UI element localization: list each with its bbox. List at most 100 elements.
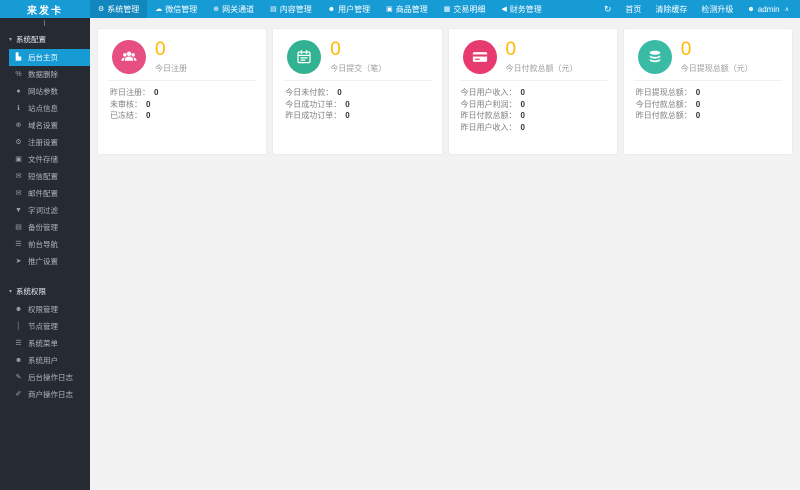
refresh-button[interactable]: ↻ bbox=[597, 0, 619, 18]
card-head: 0 今日付款总额（元） bbox=[461, 38, 605, 80]
bullhorn-icon: ◀ bbox=[501, 5, 507, 13]
divider bbox=[458, 80, 607, 81]
stat-label: 昨日注册： bbox=[110, 88, 150, 97]
sidebar-item-backup[interactable]: ▤ 备份管理 bbox=[9, 219, 90, 236]
sidebar-item-register-settings[interactable]: ⚙ 注册设置 bbox=[9, 134, 90, 151]
sidebar-item-dashboard[interactable]: ▙ 后台主页 bbox=[9, 49, 90, 66]
stat-row: 昨日用户收入： 0 bbox=[461, 122, 605, 134]
calendar-icon bbox=[287, 40, 322, 74]
stat-label: 昨日成功订单： bbox=[285, 111, 342, 120]
sidebar-item-label: 后台操作日志 bbox=[28, 373, 73, 382]
stat-value: 0 bbox=[146, 99, 151, 109]
user-menu[interactable]: ☻ admin ∧ bbox=[740, 0, 796, 18]
sidebar-item-node-manage[interactable]: │ 节点管理 bbox=[9, 318, 90, 335]
card-label: 今日提现总额（元） bbox=[680, 64, 753, 73]
card-value: 0 bbox=[680, 39, 692, 60]
sidebar-item-system-menu[interactable]: ☰ 系统菜单 bbox=[9, 335, 90, 352]
top-menu-gateway[interactable]: ⊕ 网关通道 bbox=[205, 0, 262, 18]
top-menu-label: 内容管理 bbox=[279, 4, 312, 14]
sidebar-item-file-storage[interactable]: ▣ 文件存储 bbox=[9, 151, 90, 168]
clear-cache-link[interactable]: 清除缓存 bbox=[648, 0, 694, 18]
database-icon: ▤ bbox=[15, 224, 22, 231]
group-users-icon bbox=[112, 40, 146, 74]
node-icon: │ bbox=[16, 323, 21, 330]
link-icon: % bbox=[15, 71, 22, 78]
envelope-icon: ✉ bbox=[15, 173, 22, 180]
section-label: 系统配置 bbox=[16, 34, 47, 44]
sidebar-item-domain-settings[interactable]: ⊕ 域名设置 bbox=[9, 117, 90, 134]
section-label: 系统权限 bbox=[16, 286, 47, 296]
sidebar-item-perm-manage[interactable]: ☻ 权限管理 bbox=[9, 301, 90, 318]
card-today-submit: 0 今日提交（笔） 今日未付款： 0 今日成功订单： 0 昨日成功订单： 0 bbox=[272, 28, 443, 155]
card-value: 0 bbox=[330, 39, 341, 60]
pencil-log-icon: ✐ bbox=[15, 391, 22, 398]
stat-label: 昨日付款总额： bbox=[635, 111, 692, 120]
stat-value: 0 bbox=[520, 111, 525, 120]
topbar-right: ↻ 首页 清除缓存 检测升级 ☻ admin ∧ bbox=[597, 0, 796, 18]
dashboard-chart-icon: ▙ bbox=[15, 54, 22, 61]
top-menu-label: 交易明细 bbox=[453, 4, 486, 14]
sidebar-item-word-filter[interactable]: ▼ 字词过滤 bbox=[9, 202, 90, 219]
wechat-icon: ☁ bbox=[155, 5, 163, 13]
sidebar-item-mail-config[interactable]: ✉ 邮件配置 bbox=[9, 185, 90, 202]
home-link[interactable]: 首页 bbox=[618, 0, 648, 18]
app-logo[interactable]: 来发卡 bbox=[0, 0, 90, 18]
filter-icon: ▼ bbox=[15, 207, 22, 214]
sidebar-item-label: 商户操作日志 bbox=[28, 390, 73, 399]
top-menu-wechat[interactable]: ☁ 微信管理 bbox=[147, 0, 205, 18]
stat-label: 今日付款总额： bbox=[635, 99, 692, 109]
menu-icon: ☰ bbox=[15, 340, 22, 347]
stat-value: 0 bbox=[695, 99, 701, 109]
stat-value: 0 bbox=[154, 88, 159, 97]
file-icon: ▤ bbox=[270, 5, 277, 13]
card-label: 今日注册 bbox=[155, 64, 187, 73]
sidebar-item-label: 备份管理 bbox=[28, 223, 58, 232]
sidebar-item-label: 节点管理 bbox=[28, 322, 58, 331]
stat-label: 今日用户利润： bbox=[460, 99, 517, 109]
top-menu-goods[interactable]: ▣ 商品管理 bbox=[378, 0, 436, 18]
stat-row: 昨日成功订单： 0 bbox=[285, 110, 429, 122]
top-menu-transactions[interactable]: ▦ 交易明细 bbox=[436, 0, 494, 18]
card-value: 0 bbox=[505, 39, 517, 60]
sidebar-item-admin-log[interactable]: ✎ 后台操作日志 bbox=[9, 369, 90, 386]
sidebar-item-label: 系统菜单 bbox=[28, 339, 58, 348]
stat-label: 今日未付款： bbox=[285, 88, 334, 97]
topbar: 来发卡 ⚙ 系统管理 ☁ 微信管理 ⊕ 网关通道 ▤ 内容管理 ☻ 用户管理 ▣… bbox=[0, 0, 800, 18]
stat-row: 今日成功订单： 0 bbox=[285, 99, 429, 111]
stat-label: 昨日付款总额： bbox=[460, 111, 517, 120]
card-today-withdraw: 0 今日提现总额（元） 昨日提现总额： 0 今日付款总额： 0 昨日付款总额： … bbox=[622, 28, 793, 155]
top-menu-content[interactable]: ▤ 内容管理 bbox=[262, 0, 320, 18]
users-icon: ☻ bbox=[327, 5, 336, 13]
stat-label: 已冻结： bbox=[110, 111, 142, 120]
sidebar-item-sms-config[interactable]: ✉ 短信配置 bbox=[9, 168, 90, 185]
sidebar-item-site-info[interactable]: ℹ 站点信息 bbox=[9, 100, 90, 117]
sidebar-item-system-users[interactable]: ☻ 系统用户 bbox=[9, 352, 90, 369]
sidebar-item-label: 数据删除 bbox=[28, 70, 58, 79]
top-menu-label: 财务管理 bbox=[509, 4, 542, 14]
top-menu-finance[interactable]: ◀ 财务管理 bbox=[493, 0, 549, 18]
check-upgrade-link[interactable]: 检测升级 bbox=[694, 0, 740, 18]
envelope-icon: ✉ bbox=[15, 190, 22, 197]
sidebar-item-label: 推广设置 bbox=[28, 257, 58, 266]
stat-label: 未审核： bbox=[110, 99, 142, 109]
sidebar-item-merchant-log[interactable]: ✐ 商户操作日志 bbox=[9, 386, 90, 403]
top-menu-users[interactable]: ☻ 用户管理 bbox=[320, 0, 378, 18]
stat-label: 今日用户收入： bbox=[460, 88, 517, 97]
sidebar-item-front-nav[interactable]: ☰ 前台导航 bbox=[9, 236, 90, 253]
stat-value: 0 bbox=[520, 88, 525, 97]
sidebar-item-promo-settings[interactable]: ➤ 推广设置 bbox=[9, 253, 90, 270]
sidebar-item-data-delete[interactable]: % 数据删除 bbox=[9, 66, 90, 83]
apple-icon: ● bbox=[16, 88, 21, 95]
card-head: 0 今日注册 bbox=[110, 38, 254, 80]
sidebar-section-system-perms[interactable]: ▾ 系统权限 bbox=[0, 281, 90, 301]
top-menu-system[interactable]: ⚙ 系统管理 bbox=[90, 0, 148, 18]
stat-label: 昨日提现总额： bbox=[635, 88, 692, 97]
sidebar-section-system-config[interactable]: ▾ 系统配置 bbox=[0, 29, 90, 49]
stat-value: 0 bbox=[695, 88, 701, 97]
sidebar-item-site-params[interactable]: ● 网站参数 bbox=[9, 83, 90, 100]
sidebar-item-label: 站点信息 bbox=[28, 104, 58, 113]
check-upgrade-label: 检测升级 bbox=[701, 4, 734, 14]
stat-row: 昨日付款总额： 0 bbox=[461, 110, 605, 122]
shopping-bag-icon: ▣ bbox=[386, 5, 393, 13]
info-icon: ℹ bbox=[17, 105, 20, 112]
